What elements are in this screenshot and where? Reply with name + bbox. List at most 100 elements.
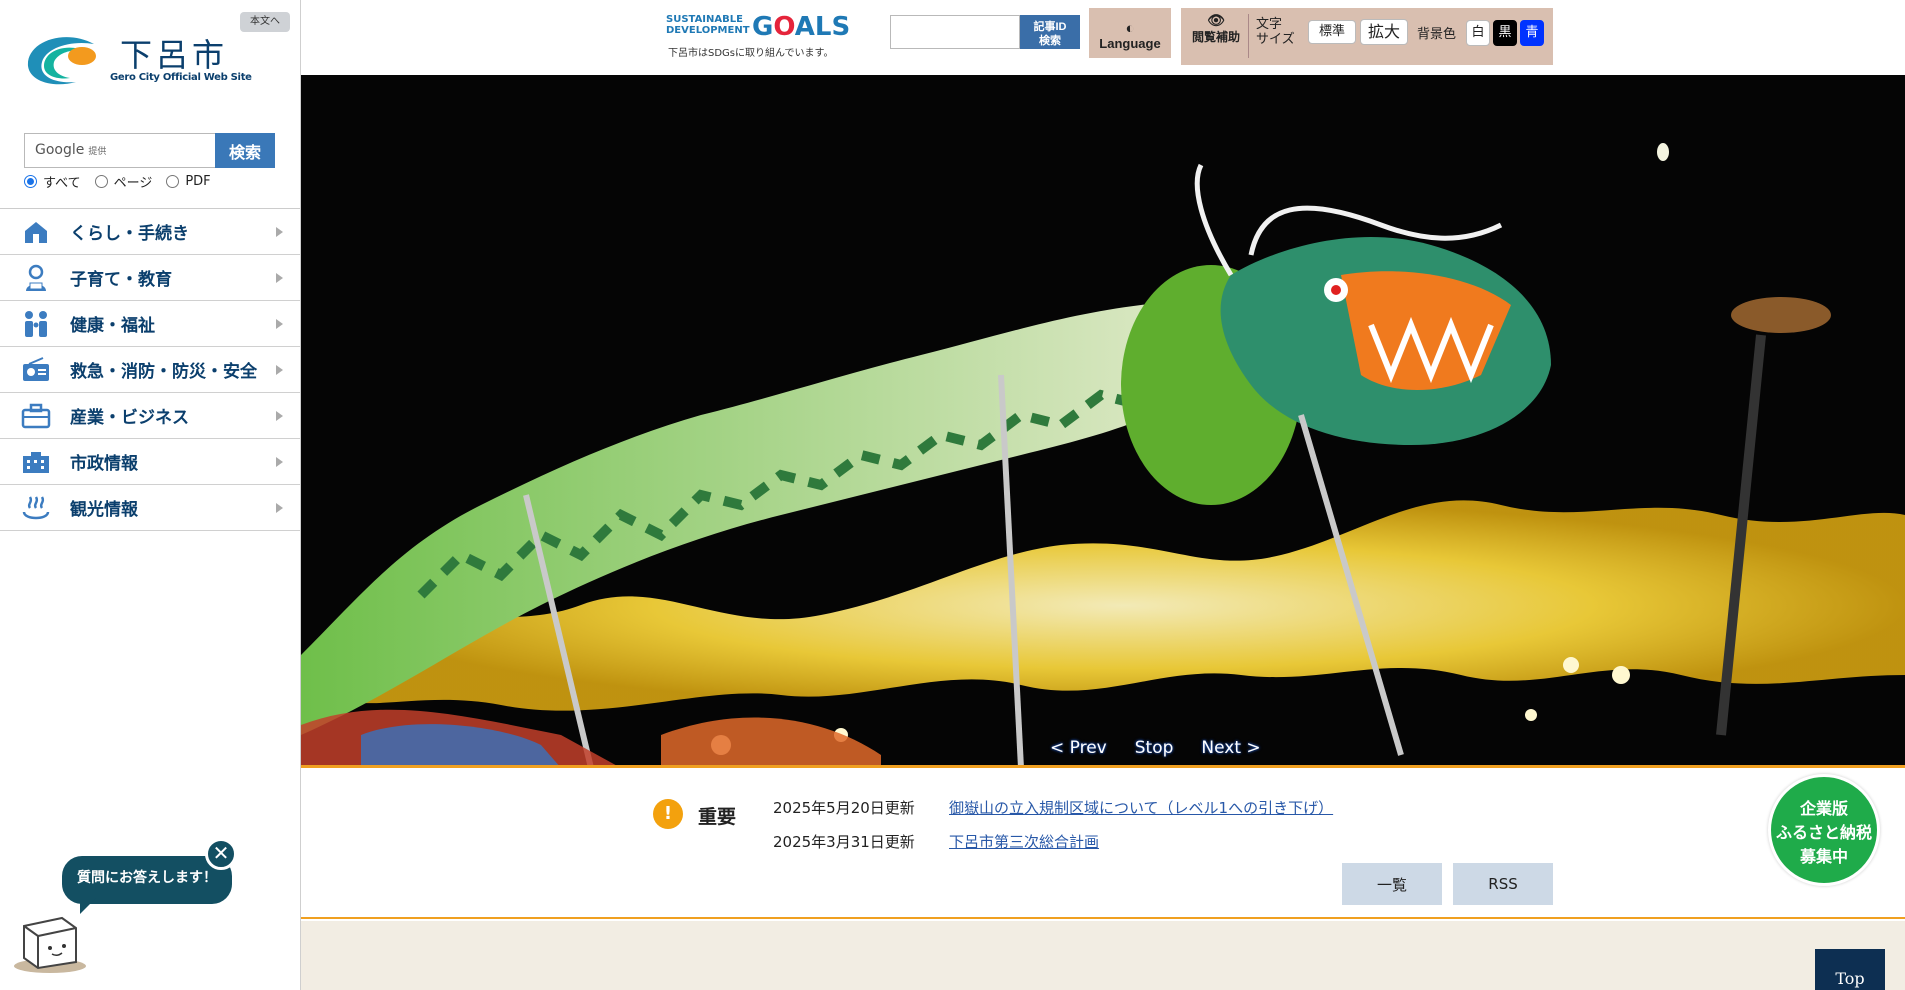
scope-all[interactable]: すべて — [24, 172, 81, 191]
chevron-right-icon — [276, 365, 283, 375]
nav-label: 救急・消防・防災・安全 — [70, 362, 257, 382]
bg-blue-button[interactable]: 青 — [1520, 20, 1544, 46]
news-list-button[interactable]: 一覧 — [1342, 863, 1442, 905]
language-button[interactable]: ◐ Language — [1089, 8, 1171, 58]
nav-item-childcare[interactable]: 子育て・教育 — [0, 255, 300, 301]
nav-item-industry[interactable]: 産業・ビジネス — [0, 393, 300, 439]
chevron-right-icon — [276, 503, 283, 513]
radio-selected-icon[interactable] — [24, 175, 37, 188]
background-color-label: 背景色 — [1417, 27, 1457, 42]
nav-item-health[interactable]: 健康・福祉 — [0, 301, 300, 347]
slider-next-button[interactable]: Next > — [1201, 738, 1260, 758]
scope-pdf[interactable]: PDF — [166, 172, 211, 191]
slider-stop-button[interactable]: Stop — [1135, 738, 1174, 758]
site-search-input[interactable]: Google 提供 — [24, 133, 215, 168]
logo-mark-icon — [27, 37, 96, 85]
furusato-line: 募集中 — [1799, 847, 1848, 866]
slider-prev-button[interactable]: < Prev — [1050, 738, 1107, 758]
eye-icon: 👁 — [1207, 13, 1225, 29]
chevron-right-icon — [276, 227, 283, 237]
browse-aid-label: 閲覧補助 — [1191, 30, 1240, 44]
language-label: Language — [1099, 35, 1161, 51]
hero-slideshow — [301, 75, 1905, 768]
furusato-line: ふるさと納税 — [1775, 823, 1872, 842]
search-brand-sub: 提供 — [88, 147, 107, 157]
logo-subtitle: Gero City Official Web Site — [110, 72, 252, 83]
divider — [1248, 14, 1249, 58]
sdgs-banner[interactable]: SUSTAINABLE DEVELOPMENT GOALS 下呂市はSDGsに取… — [666, 12, 856, 59]
radio-icon — [18, 355, 54, 385]
dragon-festival-photo — [301, 75, 1905, 765]
nav-label: 観光情報 — [70, 500, 138, 520]
back-to-top-button[interactable]: Top — [1815, 949, 1885, 990]
text-size-large-button[interactable]: 拡大 — [1360, 19, 1408, 45]
nav-label: 産業・ビジネス — [70, 408, 189, 428]
nav-item-city-admin[interactable]: 市政情報 — [0, 439, 300, 485]
search-brand: Google — [35, 142, 85, 158]
news-link[interactable]: 下呂市第三次総合計画 — [949, 831, 1099, 852]
hot-spring-icon — [18, 493, 54, 523]
article-id-search-button[interactable]: 記事ID 検索 — [1020, 15, 1080, 49]
nav-label: 健康・福祉 — [70, 316, 155, 336]
sdgs-goals-wordmark: GOALS — [752, 12, 850, 42]
bg-white-button[interactable]: 白 — [1466, 20, 1490, 46]
nav-item-emergency[interactable]: 救急・消防・防災・安全 — [0, 347, 300, 393]
important-news: ! 重要 2025年5月20日更新 御嶽山の立入規制区域について（レベル1への引… — [301, 771, 1905, 919]
search-button[interactable]: 検索 — [215, 133, 275, 168]
sdgs-line1: SUSTAINABLE — [666, 14, 743, 25]
scope-all-label: すべて — [43, 176, 81, 191]
bg-black-button[interactable]: 黒 — [1493, 20, 1517, 46]
furusato-tax-badge[interactable]: 企業版 ふるさと納税 募集中 — [1768, 774, 1880, 886]
furusato-line: 企業版 — [1799, 799, 1848, 818]
news-date: 2025年3月31日更新 — [773, 833, 915, 851]
sdgs-goals-o: O — [773, 12, 795, 42]
exclamation-icon: ! — [653, 799, 683, 829]
nav-item-tourism[interactable]: 観光情報 — [0, 485, 300, 531]
nav-label: 市政情報 — [70, 454, 138, 474]
sidebar: 本文へ 下呂市 Gero City Official Web Site Goog… — [0, 0, 301, 990]
sdgs-line2: DEVELOPMENT — [666, 25, 750, 36]
search-scope-radios: すべて ページ PDF — [24, 172, 211, 191]
scope-pdf-label: PDF — [185, 174, 211, 189]
text-size-normal-button[interactable]: 標準 — [1308, 20, 1356, 44]
site-logo[interactable]: 下呂市 Gero City Official Web Site — [24, 28, 252, 92]
nav-label: くらし・手続き — [70, 224, 189, 244]
important-heading: 重要 — [698, 806, 737, 828]
scope-page[interactable]: ページ — [94, 172, 153, 191]
news-link[interactable]: 御嶽山の立入規制区域について（レベル1への引き下げ） — [949, 797, 1333, 818]
house-icon — [18, 217, 54, 247]
category-nav: くらし・手続き 子育て・教育 健康・福祉 救急・消防・防災・安全 産業・ビジネス… — [0, 208, 300, 531]
sdgs-goals-rest: ALS — [794, 12, 851, 42]
family-icon — [18, 309, 54, 339]
radio-icon[interactable] — [166, 175, 180, 188]
text-size-label-1: 文字 — [1256, 17, 1283, 32]
child-icon — [18, 263, 54, 293]
nav-item-living[interactable]: くらし・手続き — [0, 209, 300, 255]
content-background — [301, 921, 1905, 990]
chevron-right-icon — [276, 411, 283, 421]
rss-button[interactable]: RSS — [1453, 863, 1553, 905]
globe-icon: ◐ — [1125, 19, 1135, 37]
article-id-input[interactable] — [890, 15, 1020, 49]
sdgs-goals-g: G — [752, 12, 774, 42]
scope-page-label: ページ — [113, 176, 153, 191]
text-size-label: 文字 サイズ — [1256, 17, 1295, 47]
chevron-right-icon — [276, 457, 283, 467]
radio-icon[interactable] — [94, 175, 108, 188]
accessibility-panel: 👁 閲覧補助 文字 サイズ 標準 拡大 背景色 白 黒 青 — [1181, 8, 1553, 65]
browse-aid-button[interactable]: 👁 閲覧補助 — [1187, 14, 1245, 58]
building-icon — [18, 447, 54, 477]
slider-controls: < Prev Stop Next > — [1050, 738, 1261, 758]
logo-title: 下呂市 — [120, 36, 229, 74]
briefcase-icon — [18, 401, 54, 431]
chatbot-bubble[interactable]: 質問にお答えします！ — [62, 856, 232, 904]
sdgs-note: 下呂市はSDGsに取り組んでいます。 — [668, 48, 834, 59]
chevron-right-icon — [276, 319, 283, 329]
text-size-label-2: サイズ — [1256, 32, 1295, 47]
chevron-right-icon — [276, 273, 283, 283]
chatbot-mascot-icon[interactable] — [10, 912, 90, 974]
nav-label: 子育て・教育 — [70, 270, 172, 290]
skip-to-content-link[interactable]: 本文へ — [240, 12, 290, 32]
close-icon[interactable]: ✕ — [205, 838, 237, 870]
news-date: 2025年5月20日更新 — [773, 799, 915, 817]
